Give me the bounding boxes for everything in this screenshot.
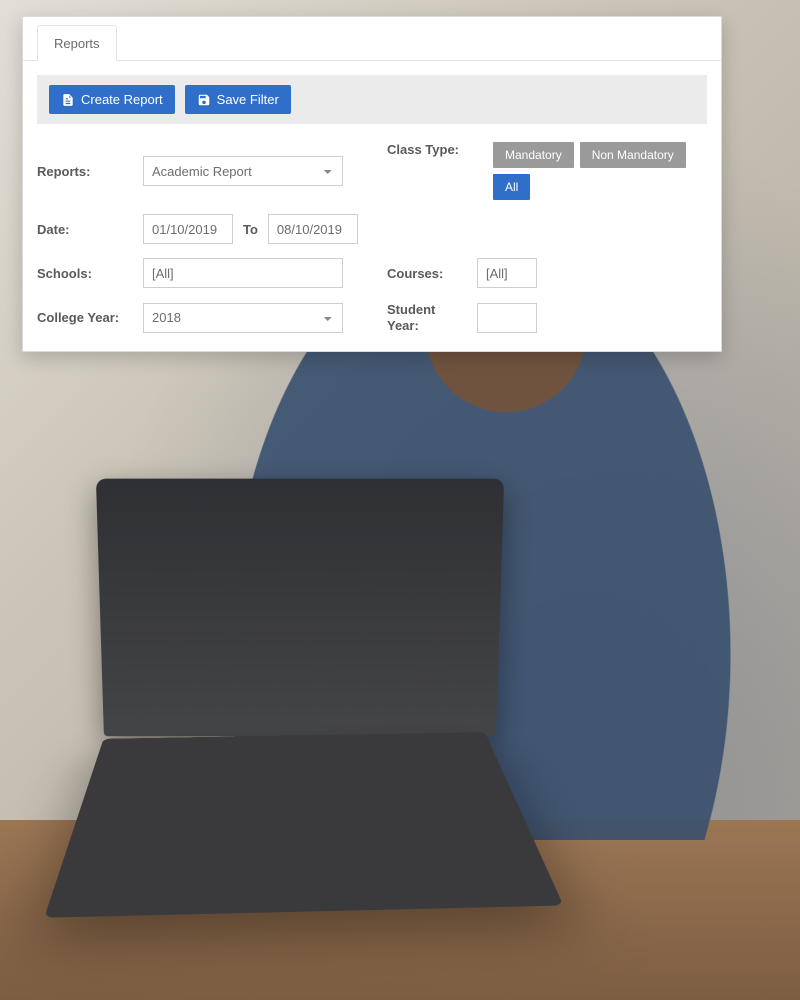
schools-input[interactable] xyxy=(143,258,343,288)
college-year-label: College Year: xyxy=(37,310,133,325)
class-type-label: Class Type: xyxy=(387,142,483,157)
student-year-input[interactable] xyxy=(477,303,537,333)
reports-panel: Reports Create Report Save Filter Report… xyxy=(22,16,722,352)
date-label: Date: xyxy=(37,222,133,237)
date-from-input[interactable] xyxy=(143,214,233,244)
save-filter-button[interactable]: Save Filter xyxy=(185,85,291,114)
tab-label: Reports xyxy=(54,36,100,51)
student-year-label: Student Year: xyxy=(387,302,467,333)
date-to-separator: To xyxy=(243,222,258,237)
courses-label: Courses: xyxy=(387,266,467,281)
field-class-type: Class Type: Mandatory Non Mandatory All xyxy=(387,142,737,200)
tab-reports[interactable]: Reports xyxy=(37,25,117,61)
filter-form: Reports: Academic Report Class Type: Man… xyxy=(23,138,721,351)
reports-select[interactable]: Academic Report xyxy=(143,156,343,186)
courses-input[interactable] xyxy=(477,258,537,288)
document-icon xyxy=(61,93,75,107)
schools-label: Schools: xyxy=(37,266,133,281)
field-schools: Schools: xyxy=(37,258,387,288)
tab-bar: Reports xyxy=(23,17,721,61)
class-type-all[interactable]: All xyxy=(493,174,530,200)
field-reports: Reports: Academic Report xyxy=(37,142,387,200)
class-type-mandatory[interactable]: Mandatory xyxy=(493,142,574,168)
class-type-non-mandatory[interactable]: Non Mandatory xyxy=(580,142,686,168)
laptop-screen xyxy=(96,479,504,737)
laptop-base xyxy=(44,732,563,918)
toolbar: Create Report Save Filter xyxy=(37,75,707,124)
date-to-input[interactable] xyxy=(268,214,358,244)
reports-label: Reports: xyxy=(37,164,133,179)
field-college-year: College Year: 2018 xyxy=(37,302,387,333)
class-type-toggle-group: Mandatory Non Mandatory All xyxy=(493,142,723,200)
spacer xyxy=(387,214,737,244)
create-report-button[interactable]: Create Report xyxy=(49,85,175,114)
create-report-label: Create Report xyxy=(81,92,163,107)
college-year-select[interactable]: 2018 xyxy=(143,303,343,333)
field-student-year: Student Year: xyxy=(387,302,737,333)
field-date: Date: To xyxy=(37,214,387,244)
save-filter-label: Save Filter xyxy=(217,92,279,107)
field-courses: Courses: xyxy=(387,258,737,288)
save-icon xyxy=(197,93,211,107)
